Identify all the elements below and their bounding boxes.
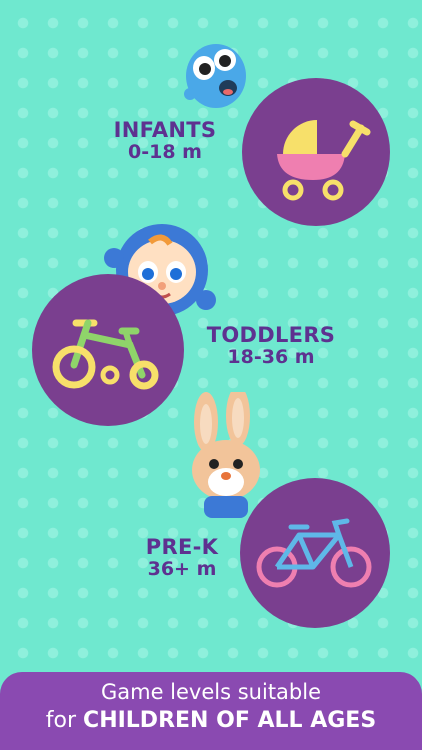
banner-line2-emphasis: CHILDREN OF ALL AGES xyxy=(83,708,377,733)
level-name: INFANTS xyxy=(113,118,217,142)
level-age: 0-18 m xyxy=(128,141,202,164)
level-name: PRE-K xyxy=(145,535,219,559)
bunny-character xyxy=(192,392,260,518)
level-age: 36+ m xyxy=(147,558,217,581)
level-toddlers-button[interactable] xyxy=(32,274,184,426)
tricycle-icon xyxy=(52,319,159,390)
banner-line2-prefix: for xyxy=(45,708,77,733)
stroller-icon xyxy=(277,120,371,201)
level-prek-button[interactable] xyxy=(240,478,390,628)
level-infants-button[interactable] xyxy=(242,78,390,226)
banner-line2: for CHILDREN OF ALL AGES xyxy=(0,708,422,733)
level-prek-label: PRE-K 36+ m xyxy=(134,535,230,581)
level-name: TODDLERS xyxy=(206,323,336,347)
level-infants-label: INFANTS 0-18 m xyxy=(100,118,230,164)
info-banner: Game levels suitable for CHILDREN OF ALL… xyxy=(0,672,422,750)
banner-line1: Game levels suitable xyxy=(100,680,322,704)
blue-monster-character xyxy=(184,44,246,108)
level-age: 18-36 m xyxy=(227,346,315,369)
level-toddlers-label: TODDLERS 18-36 m xyxy=(196,323,346,369)
bicycle-icon xyxy=(256,518,372,588)
